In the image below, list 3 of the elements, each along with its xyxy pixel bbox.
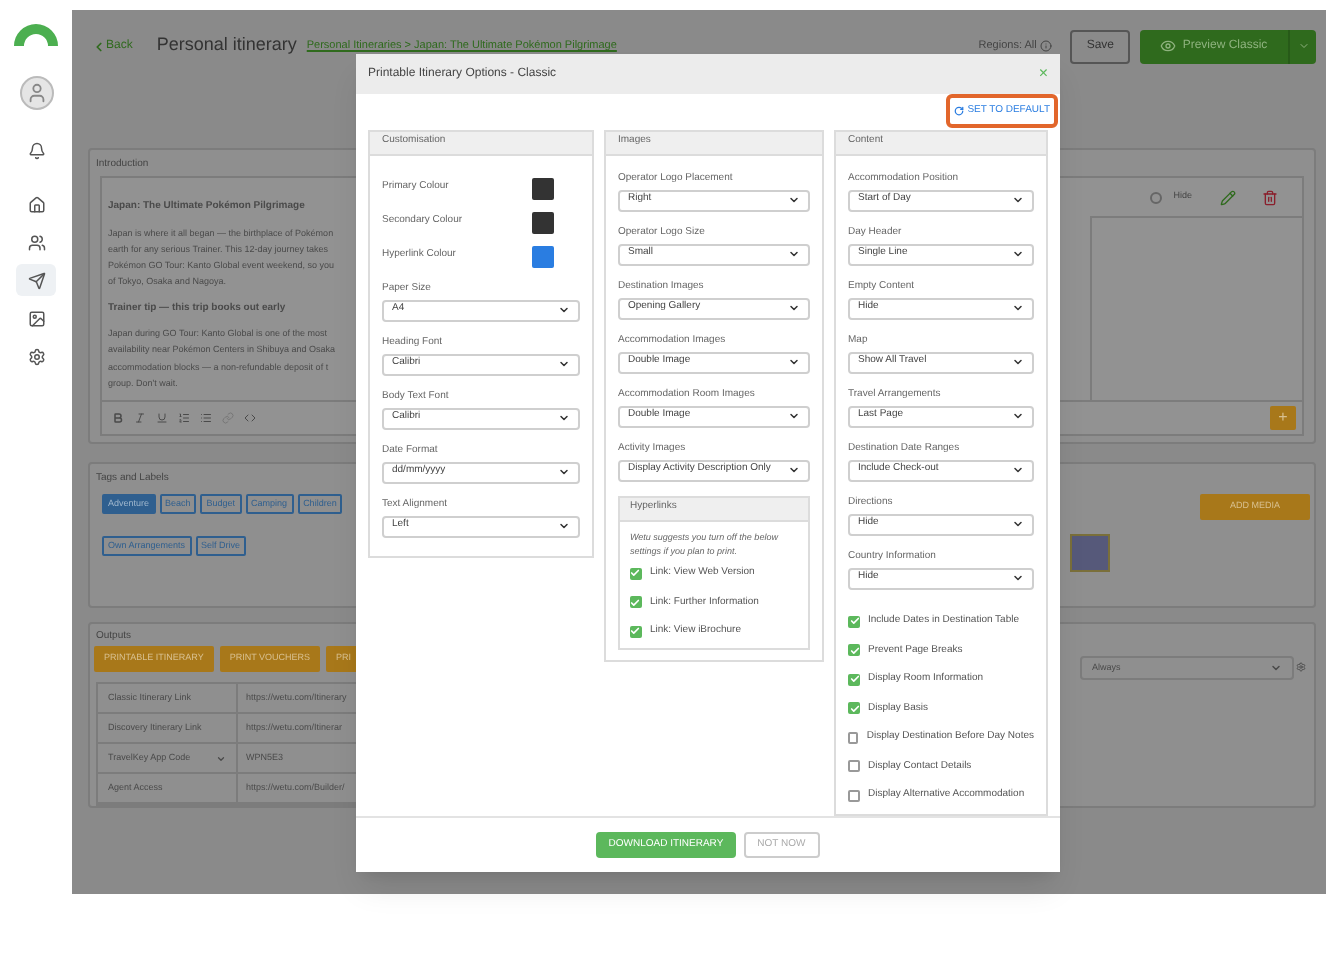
add-button[interactable]: + <box>1270 406 1296 430</box>
page-title: Personal itinerary <box>156 32 297 59</box>
close-button[interactable]: × <box>1038 66 1048 83</box>
